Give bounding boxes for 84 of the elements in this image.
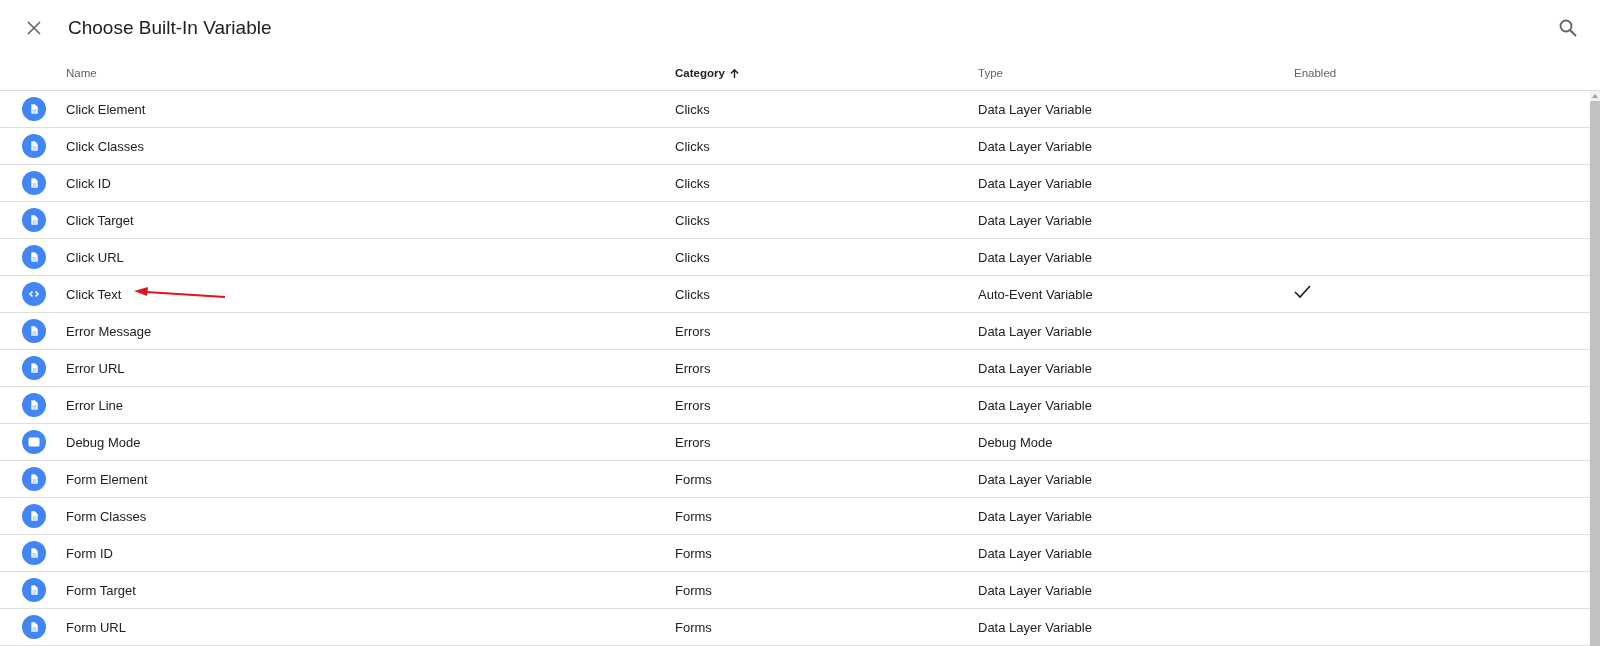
category-cell: Clicks [675,138,710,154]
category-cell: Forms [675,508,712,524]
table-row[interactable]: Error Line Errors Data Layer Variable [0,387,1590,424]
category-cell: Clicks [675,286,710,302]
category-cell: Forms [675,471,712,487]
table-row[interactable]: Form ID Forms Data Layer Variable [0,535,1590,572]
type-cell: Data Layer Variable [978,545,1092,561]
document-icon [22,97,46,121]
type-cell: Data Layer Variable [978,360,1092,376]
column-header[interactable]: Category [675,67,740,80]
table-row[interactable]: Click ID Clicks Data Layer Variable [0,165,1590,202]
name-cell: Click Classes [66,138,144,154]
category-cell: Errors [675,323,711,339]
name-cell: Form URL [66,619,126,635]
type-cell: Auto-Event Variable [978,286,1093,302]
table-row[interactable]: Click Target Clicks Data Layer Variable [0,202,1590,239]
table-row[interactable]: Error Message Errors Data Layer Variable [0,313,1590,350]
type-cell: Data Layer Variable [978,175,1092,191]
document-icon [22,578,46,602]
name-cell: Click Target [66,212,134,228]
column-header[interactable]: Enabled [1294,67,1337,80]
name-cell: Click Text [66,286,122,302]
type-cell: Data Layer Variable [978,101,1092,117]
name-cell: Form Element [66,471,148,487]
document-icon [22,541,46,565]
name-cell: Form ID [66,545,113,561]
search-icon [1558,18,1578,39]
name-cell: Click URL [66,249,124,265]
name-cell: Debug Mode [66,434,141,450]
category-cell: Clicks [675,101,710,117]
name-cell: Error Line [66,397,124,413]
sort-up-icon [728,67,740,79]
category-cell: Clicks [675,175,710,191]
category-cell: Errors [675,397,711,413]
type-cell: Debug Mode [978,434,1053,450]
close-icon [26,20,42,37]
window-icon [22,430,46,454]
category-cell: Forms [675,545,712,561]
table-row[interactable]: Form Classes Forms Data Layer Variable [0,498,1590,535]
category-cell: Clicks [675,212,710,228]
table-row[interactable]: Click URL Clicks Data Layer Variable [0,239,1590,276]
column-header[interactable]: Name [66,67,97,80]
table-row[interactable]: Form Element Forms Data Layer Variable [0,461,1590,498]
table-row[interactable]: Click Text Clicks Auto-Event Variable [0,276,1590,313]
name-cell: Error Message [66,323,152,339]
document-icon [22,319,46,343]
name-cell: Click ID [66,175,111,191]
type-cell: Data Layer Variable [978,212,1092,228]
document-icon [22,615,46,639]
table-row[interactable]: Form Target Forms Data Layer Variable [0,572,1590,609]
type-cell: Data Layer Variable [978,397,1092,413]
column-header[interactable]: Type [978,67,1003,80]
document-icon [22,208,46,232]
name-cell: Form Target [66,582,136,598]
name-cell: Click Element [66,101,146,117]
category-cell: Forms [675,582,712,598]
scrollbar[interactable] [1590,91,1600,646]
document-icon [22,467,46,491]
type-cell: Data Layer Variable [978,471,1092,487]
type-cell: Data Layer Variable [978,619,1092,635]
document-icon [22,245,46,269]
document-icon [22,134,46,158]
category-cell: Clicks [675,249,710,265]
document-icon [22,504,46,528]
table-row[interactable]: Debug Mode Errors Debug Mode [0,424,1590,461]
type-cell: Data Layer Variable [978,249,1092,265]
code-icon [22,282,46,306]
type-cell: Data Layer Variable [978,582,1092,598]
table-row[interactable]: Click Classes Clicks Data Layer Variable [0,128,1590,165]
document-icon [22,393,46,417]
category-cell: Forms [675,619,712,635]
table-row[interactable]: Click Element Clicks Data Layer Variable [0,91,1590,128]
type-cell: Data Layer Variable [978,323,1092,339]
document-icon [22,356,46,380]
name-cell: Error URL [66,360,125,376]
category-cell: Errors [675,434,711,450]
table-row[interactable]: Form URL Forms Data Layer Variable [0,609,1590,646]
name-cell: Form Classes [66,508,147,524]
type-cell: Data Layer Variable [978,508,1092,524]
document-icon [22,171,46,195]
dialog-title: Choose Built-In Variable [68,17,273,40]
category-cell: Errors [675,360,711,376]
type-cell: Data Layer Variable [978,138,1092,154]
table-row[interactable]: Error URL Errors Data Layer Variable [0,350,1590,387]
